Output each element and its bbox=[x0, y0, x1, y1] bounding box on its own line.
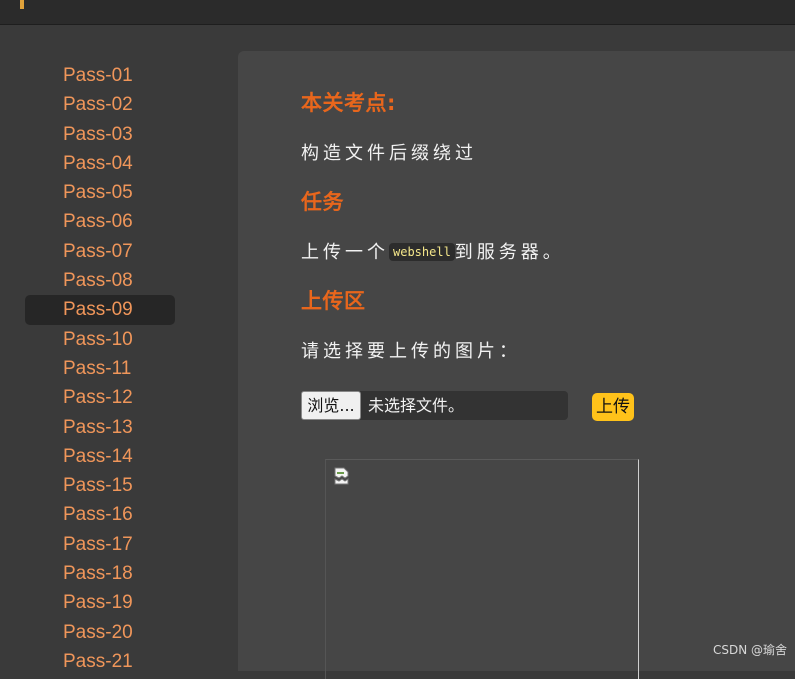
browse-button[interactable]: 浏览... bbox=[301, 391, 361, 420]
sidebar-item-pass-03[interactable]: Pass-03 bbox=[25, 120, 175, 149]
file-status-text: 未选择文件。 bbox=[368, 396, 465, 415]
main-panel: 本关考点: 构造文件后缀绕过 任务 上传一个 webshell 到服务器。 上传区 … bbox=[238, 51, 795, 679]
sidebar-item-pass-19[interactable]: Pass-19 bbox=[25, 588, 175, 617]
upload-prompt: 请选择要上传的图片： bbox=[301, 341, 521, 362]
task-suffix: 到服务器。 bbox=[454, 242, 565, 263]
task-text: 上传一个 webshell 到服务器。 bbox=[301, 238, 565, 264]
sidebar-item-pass-11[interactable]: Pass-11 bbox=[25, 354, 175, 383]
broken-image-icon bbox=[334, 467, 349, 485]
sidebar-item-pass-06[interactable]: Pass-06 bbox=[25, 207, 175, 236]
sidebar-item-pass-18[interactable]: Pass-18 bbox=[25, 559, 175, 588]
sidebar-item-pass-05[interactable]: Pass-05 bbox=[25, 178, 175, 207]
upload-button[interactable]: 上传 bbox=[592, 393, 634, 421]
sidebar-item-pass-15[interactable]: Pass-15 bbox=[25, 471, 175, 500]
watermark: CSDN @瑜舍 bbox=[712, 643, 787, 657]
webshell-code: webshell bbox=[389, 243, 455, 261]
sidebar-item-pass-01[interactable]: Pass-01 bbox=[25, 61, 175, 90]
sidebar-item-pass-08[interactable]: Pass-08 bbox=[25, 266, 175, 295]
sidebar: Pass-01 Pass-02 Pass-03 Pass-04 Pass-05 Pass-… bbox=[0, 25, 238, 672]
sidebar-item-pass-02[interactable]: Pass-02 bbox=[25, 90, 175, 119]
sidebar-item-pass-16[interactable]: Pass-16 bbox=[25, 500, 175, 529]
sidebar-item-pass-07[interactable]: Pass-07 bbox=[25, 237, 175, 266]
image-preview bbox=[325, 459, 639, 679]
file-input[interactable]: 浏览... 未选择文件。 bbox=[301, 391, 568, 420]
task-prefix: 上传一个 bbox=[301, 242, 389, 263]
sidebar-item-pass-14[interactable]: Pass-14 bbox=[25, 442, 175, 471]
test-point-text: 构造文件后缀绕过 bbox=[301, 143, 477, 164]
top-accent-mark bbox=[20, 0, 24, 9]
heading-task: 任务 bbox=[301, 190, 344, 214]
top-bar bbox=[0, 0, 795, 25]
sidebar-item-pass-12[interactable]: Pass-12 bbox=[25, 383, 175, 412]
sidebar-item-pass-21[interactable]: Pass-21 bbox=[25, 647, 175, 676]
sidebar-list: Pass-01 Pass-02 Pass-03 Pass-04 Pass-05 Pass-… bbox=[25, 61, 175, 676]
heading-upload-area: 上传区 bbox=[301, 289, 366, 313]
sidebar-item-pass-20[interactable]: Pass-20 bbox=[25, 618, 175, 647]
sidebar-item-pass-09[interactable]: Pass-09 bbox=[25, 295, 175, 325]
sidebar-item-pass-13[interactable]: Pass-13 bbox=[25, 413, 175, 442]
sidebar-item-pass-17[interactable]: Pass-17 bbox=[25, 530, 175, 559]
sidebar-item-pass-10[interactable]: Pass-10 bbox=[25, 325, 175, 354]
sidebar-item-pass-04[interactable]: Pass-04 bbox=[25, 149, 175, 178]
heading-test-point: 本关考点: bbox=[301, 91, 396, 115]
